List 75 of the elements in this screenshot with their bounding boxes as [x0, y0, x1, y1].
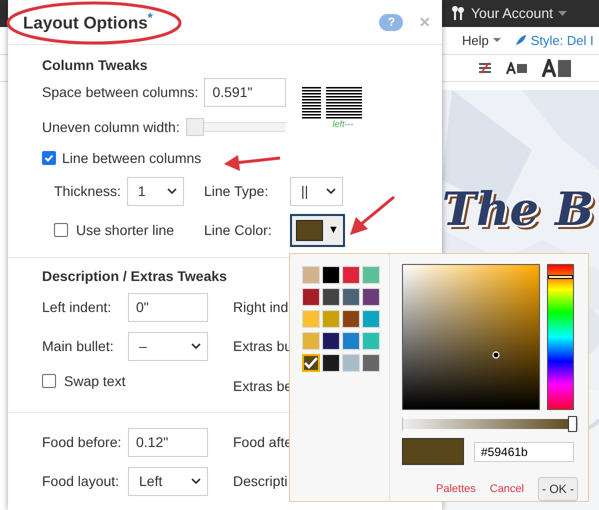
keys-icon [450, 5, 466, 22]
color-swatch[interactable] [302, 288, 320, 306]
color-swatch[interactable] [342, 332, 360, 350]
thickness-select[interactable]: 1 [126, 176, 184, 206]
color-swatch[interactable] [342, 288, 360, 306]
field-label: Left indent: [42, 299, 112, 315]
picker-handle-icon [492, 351, 500, 359]
dialog-title: Layout Options$^{*}$ [23, 10, 154, 34]
food-layout-select[interactable]: Left [128, 466, 208, 496]
color-swatch[interactable] [322, 266, 340, 284]
large-heading-icon[interactable] [542, 59, 572, 78]
color-preview [402, 438, 464, 465]
strikethrough-icon[interactable] [478, 62, 492, 74]
feather-icon [514, 34, 527, 46]
checkbox[interactable] [54, 223, 68, 237]
small-heading-icon[interactable] [506, 62, 528, 74]
preview-caption: left--- [332, 119, 354, 129]
opacity-slider[interactable] [402, 416, 578, 432]
caret-icon [558, 10, 567, 16]
field-label: Main bullet: [42, 338, 115, 354]
field-label: Space between columns: [42, 84, 198, 100]
checkmark-icon [304, 357, 318, 369]
section-heading: Description / Extras Tweaks [42, 268, 227, 284]
field-label: Thickness: [54, 183, 121, 199]
color-swatch[interactable] [322, 332, 340, 350]
food-before-field[interactable]: 0.12" [128, 428, 208, 456]
link-button[interactable]: Cancel [490, 483, 524, 495]
color-swatch[interactable] [322, 288, 340, 306]
color-swatch[interactable] [342, 266, 360, 284]
line-type-select[interactable]: || [290, 176, 343, 206]
style-link[interactable]: Style: Del I [514, 32, 594, 48]
checkbox[interactable] [42, 151, 56, 165]
color-swatch[interactable] [342, 310, 360, 328]
color-swatch[interactable] [362, 354, 380, 372]
indent-field[interactable]: 0" [128, 292, 208, 322]
field-label: Food layout: [42, 473, 120, 489]
color-swatch[interactable] [362, 288, 380, 306]
color-swatch[interactable] [322, 310, 340, 328]
color-swatch[interactable] [322, 354, 340, 372]
saturation-field[interactable] [402, 264, 540, 410]
color-swatch[interactable] [302, 354, 320, 372]
field-label: Right ind [233, 299, 288, 315]
field-label: Uneven column width: [42, 119, 180, 135]
chevron-icon [166, 188, 177, 194]
annotation-arrow [348, 195, 396, 237]
chevron-icon [191, 478, 201, 484]
checkbox-label: Swap text [64, 373, 126, 389]
help-menu[interactable]: Help [462, 32, 501, 48]
document-title: The B [442, 182, 594, 236]
account-menu[interactable]: Your Account [450, 5, 567, 22]
checkbox[interactable] [42, 374, 56, 388]
columns-preview-icon [302, 87, 364, 119]
checkbox-label: Line between columns [62, 150, 202, 166]
bullet-select[interactable]: – [128, 332, 208, 360]
color-swatch[interactable] [342, 354, 360, 372]
color-picker-button[interactable]: ▼ [290, 214, 345, 246]
color-swatch[interactable] [302, 310, 320, 328]
chevron-icon [191, 343, 201, 349]
chevron-icon [326, 188, 336, 194]
color-swatch[interactable] [362, 310, 380, 328]
ok-button[interactable]: - OK - [538, 477, 578, 501]
color-swatch[interactable] [362, 266, 380, 284]
color-swatch[interactable] [302, 266, 320, 284]
section-heading: Column Tweaks [42, 57, 148, 73]
field-label: Line Type: [204, 183, 270, 199]
color-swatch[interactable] [302, 332, 320, 350]
field-label: Line Color: [204, 222, 273, 238]
caret-icon [492, 38, 501, 42]
checkbox-label: Use shorter line [76, 222, 174, 238]
hex-field[interactable]: #59461b [474, 442, 574, 462]
field-label: Food before: [42, 434, 122, 450]
spacing-field[interactable]: 0.591" [204, 78, 286, 106]
field-label: Descripti [233, 473, 288, 489]
color-swatch[interactable] [362, 332, 380, 350]
link-button[interactable]: Palettes [436, 483, 476, 495]
